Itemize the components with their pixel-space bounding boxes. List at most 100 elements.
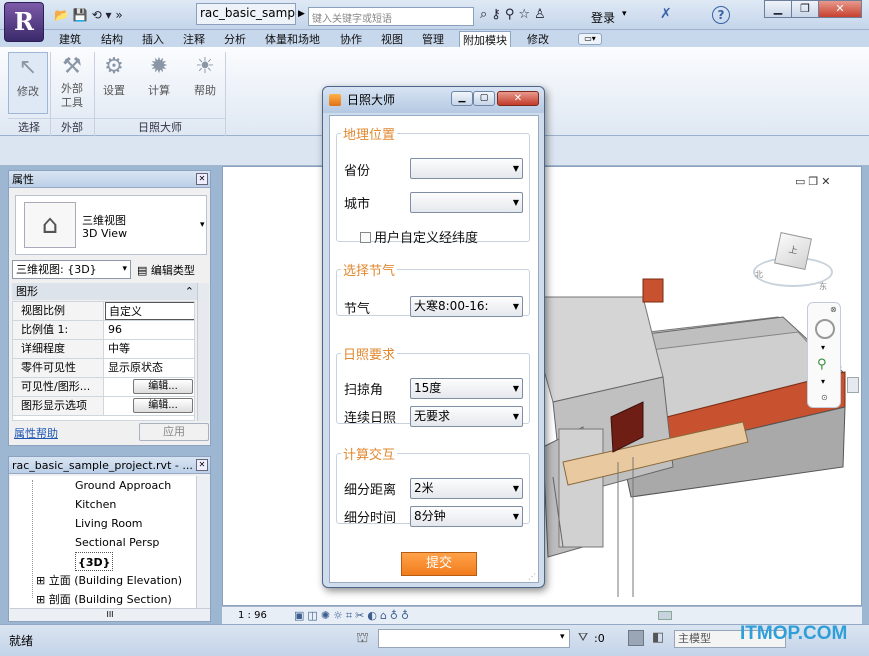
zoom-icon[interactable]: ⚲	[817, 357, 827, 372]
tab-insert[interactable]: 插入	[139, 31, 167, 48]
settings-button[interactable]: ⚙ 设置	[94, 52, 134, 114]
shadows-icon[interactable]: ☼	[333, 609, 346, 622]
expand-plus-icon[interactable]: ⊞	[36, 593, 49, 606]
lock-view-icon[interactable]: ⌂	[380, 609, 390, 622]
worksets-icon[interactable]: ⛫	[356, 630, 369, 648]
minimize-button[interactable]: ▁	[764, 0, 792, 18]
modify-button[interactable]: ↖ 修改	[8, 52, 48, 114]
expand-plus-icon[interactable]: ⊞	[36, 574, 49, 587]
viewcube[interactable]: 上 北 东	[753, 229, 833, 299]
tree-item[interactable]: Sectional Persp	[75, 533, 159, 552]
property-value[interactable]: 中等	[105, 340, 194, 358]
property-row[interactable]: 详细程度 中等	[13, 340, 194, 359]
tree-item[interactable]: Ground Approach	[75, 476, 171, 495]
custom-latlon-checkbox[interactable]	[360, 232, 371, 243]
nav-config-icon[interactable]: ⊙	[821, 393, 828, 402]
graphic-display-edit-button[interactable]: 编辑...	[133, 398, 193, 413]
restore-button[interactable]: ❐	[791, 0, 819, 18]
design-options-icon[interactable]: ◧	[652, 630, 664, 645]
sun-path-icon[interactable]: ✺	[321, 609, 333, 622]
ribbon-minimize-toggle[interactable]: ▭▾	[578, 33, 602, 45]
visual-style-icon[interactable]: ◫	[307, 609, 320, 622]
tab-view[interactable]: 视图	[378, 31, 406, 48]
continuous-select[interactable]: 无要求 ▼	[410, 406, 523, 427]
browser-hscrollbar[interactable]: III	[10, 608, 210, 621]
property-value[interactable]: 96	[105, 321, 194, 339]
exchange-icon[interactable]: ✗	[660, 6, 672, 22]
help-icon[interactable]: ?	[712, 6, 730, 24]
workset-selector[interactable]	[378, 629, 570, 648]
reveal-icon[interactable]: ◐	[367, 609, 380, 622]
nav-close-icon[interactable]: ⊗	[830, 305, 837, 314]
property-row[interactable]: 零件可见性 显示原状态	[13, 359, 194, 378]
binoculars-icon[interactable]: ⌕	[480, 7, 491, 22]
tab-massing-site[interactable]: 体量和场地	[262, 31, 323, 48]
canvas-minimize-icon[interactable]: ▭	[795, 175, 808, 188]
calculate-button[interactable]: ✹ 计算	[139, 52, 179, 114]
distance-select[interactable]: 2米 ▼	[410, 478, 523, 499]
edit-type-button[interactable]: ▤ 编辑类型	[137, 262, 195, 278]
property-row[interactable]: 视图比例 自定义	[13, 302, 194, 321]
tab-annotate[interactable]: 注释	[180, 31, 208, 48]
workset-dropdown-icon[interactable]: ▾	[560, 632, 565, 642]
property-row[interactable]: 图形显示选项 编辑...	[13, 397, 194, 416]
close-button[interactable]: ✕	[818, 0, 862, 18]
view-instance-selector[interactable]: 三维视图: {3D} ▾	[12, 260, 131, 279]
visibility-edit-button[interactable]: 编辑...	[133, 379, 193, 394]
tree-item-active[interactable]: {3D}	[75, 552, 114, 571]
submit-button[interactable]: 提交	[401, 552, 477, 576]
help-button[interactable]: ☀ 帮助	[185, 52, 225, 114]
property-row[interactable]: 比例值 1: 96	[13, 321, 194, 340]
viewcube-face[interactable]: 上	[774, 232, 812, 270]
dropdown-icon[interactable]: ▾	[105, 6, 111, 24]
property-value[interactable]: 自定义	[105, 302, 194, 320]
tab-analyze[interactable]: 分析	[221, 31, 249, 48]
browser-close-icon[interactable]: ✕	[196, 459, 208, 471]
search-input[interactable]: 键入关键字或短语	[308, 7, 474, 26]
expand-arrow-icon[interactable]: ▶	[298, 9, 305, 19]
province-select[interactable]: ▼	[410, 158, 523, 179]
open-icon[interactable]: 📂	[54, 6, 69, 24]
tab-architecture[interactable]: 建筑	[56, 31, 84, 48]
key-icon[interactable]: ⚷	[491, 7, 505, 22]
view-scale[interactable]: 1 : 96	[238, 607, 267, 624]
tab-modify[interactable]: 修改	[524, 31, 552, 48]
nav-dropdown-icon[interactable]: ▾	[821, 343, 825, 352]
sweep-angle-select[interactable]: 15度 ▼	[410, 378, 523, 399]
properties-help-link[interactable]: 属性帮助	[14, 425, 58, 441]
detail-level-icon[interactable]: ▣	[294, 609, 307, 622]
property-section-graphics[interactable]: 图形 ⌃	[12, 283, 198, 300]
zoom-dropdown-icon[interactable]: ▾	[821, 377, 825, 386]
properties-scrollbar[interactable]	[197, 283, 209, 421]
lightbulb-icon[interactable]: ♁	[401, 609, 412, 622]
tree-group[interactable]: ⊞ 剖面 (Building Section)	[36, 590, 172, 608]
tree-item[interactable]: Kitchen	[75, 495, 116, 514]
browser-vscrollbar[interactable]	[196, 476, 210, 608]
apply-button[interactable]: 应用	[139, 423, 209, 441]
tree-item[interactable]: Living Room	[75, 514, 143, 533]
canvas-vscroll-thumb[interactable]	[847, 377, 859, 393]
dialog-minimize-button[interactable]: ▁	[451, 91, 473, 106]
property-row[interactable]: 可见性/图形... 编辑...	[13, 378, 194, 397]
editing-requests-icon[interactable]	[628, 630, 644, 646]
tab-addins[interactable]: 附加模块	[459, 31, 511, 48]
tab-structure[interactable]: 结构	[98, 31, 126, 48]
sync-icon[interactable]: ⟲	[92, 6, 102, 24]
canvas-close-icon[interactable]: ✕	[821, 175, 833, 188]
resize-grip-icon[interactable]: ⋰	[528, 572, 536, 581]
filter-icon[interactable]: ⛛	[578, 630, 588, 645]
solar-term-select[interactable]: 大寒8:00-16: ▼	[410, 296, 523, 317]
external-tools-button[interactable]: ⚒ 外部工具	[52, 52, 92, 114]
satellite-icon[interactable]: ⚲	[505, 7, 519, 22]
crop-icon[interactable]: ⌗	[346, 609, 355, 622]
application-menu-button[interactable]: R	[4, 2, 44, 42]
login-dropdown-icon[interactable]: ▾	[622, 9, 627, 19]
dialog-maximize-button[interactable]: ▢	[473, 91, 495, 106]
canvas-hscroll-thumb[interactable]	[658, 611, 672, 620]
city-select[interactable]: ▼	[410, 192, 523, 213]
temporary-hide-icon[interactable]: ✂	[355, 609, 367, 622]
tab-collaborate[interactable]: 协作	[337, 31, 365, 48]
dialog-close-button[interactable]: ✕	[497, 91, 539, 106]
save-icon[interactable]: 💾	[73, 6, 88, 24]
star-icon[interactable]: ☆	[518, 7, 534, 22]
